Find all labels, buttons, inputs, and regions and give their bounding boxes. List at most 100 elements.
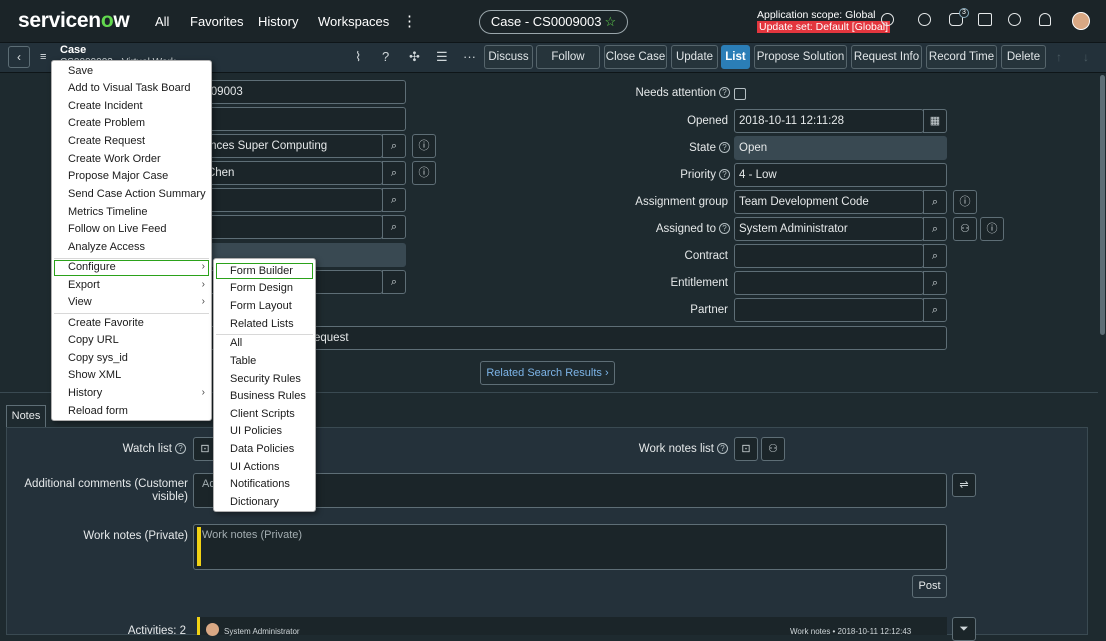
activity-icon[interactable]: ✣ [409,49,420,65]
menu-metrics-timeline[interactable]: Metrics Timeline [68,206,147,218]
servicenow-logo[interactable]: servicenow [18,9,130,33]
settings-sliders-icon[interactable]: ☰ [436,49,448,65]
globe-icon[interactable] [918,13,931,26]
menu-show-xml[interactable]: Show XML [68,369,121,381]
work-notes-input[interactable]: Work notes (Private) [193,524,947,570]
favorite-star-icon[interactable]: ☆ [604,14,616,29]
channel-select[interactable]: eb [193,107,406,131]
menu-add-to-vtb[interactable]: Add to Visual Task Board [68,82,191,94]
more-options-icon[interactable]: ··· [463,49,476,64]
propose-solution-button[interactable]: Propose Solution [754,45,847,69]
submenu-notifications[interactable]: Notifications [230,478,290,490]
number-field[interactable]: 0009003 [193,80,406,104]
menu-save[interactable]: Save [68,65,93,77]
submenu-ui-actions[interactable]: UI Actions [230,461,280,473]
menu-view[interactable]: View [68,296,92,308]
needs-attention-checkbox[interactable] [734,88,746,100]
more-menu-icon[interactable]: ⋮ [402,12,417,30]
search-icon[interactable] [881,13,894,26]
menu-create-incident[interactable]: Create Incident [68,100,143,112]
close-case-button[interactable]: Close Case [604,45,667,69]
assignment-group-field[interactable]: Team Development Code Reviewers [734,190,924,230]
info-icon[interactable]: ⓘ [412,161,436,185]
info-icon[interactable]: ⓘ [980,217,1004,241]
next-record-icon[interactable]: ↓ [1083,50,1089,64]
context-menu-icon[interactable]: ≡ [40,51,46,63]
user-avatar[interactable] [1072,12,1090,30]
search-icon[interactable]: ⌕ [382,188,406,212]
info-icon[interactable]: ⓘ [953,190,977,214]
previous-record-icon[interactable]: ↑ [1056,50,1062,64]
search-icon[interactable]: ⌕ [923,217,947,241]
menu-configure[interactable]: Configure [68,261,116,273]
opened-field[interactable]: 2018-10-11 12:11:28 [734,109,924,133]
menu-copy-url[interactable]: Copy URL [68,334,119,346]
consumer-field[interactable] [193,188,383,212]
nav-all[interactable]: All [155,14,169,29]
search-icon[interactable]: ⌕ [382,134,406,158]
add-users-icon[interactable]: ⚇ [761,437,785,461]
update-button[interactable]: Update [671,45,718,69]
menu-export[interactable]: Export [68,279,100,291]
delete-button[interactable]: Delete [1001,45,1046,69]
submenu-table[interactable]: Table [230,355,256,367]
attachment-icon[interactable]: ⌇ [355,49,361,65]
menu-follow-live-feed[interactable]: Follow on Live Feed [68,223,166,235]
assigned-to-field[interactable]: System Administrator [734,217,924,241]
discuss-button[interactable]: Discuss [484,45,533,69]
search-icon[interactable]: ⌕ [382,270,406,294]
submenu-security-rules[interactable]: Security Rules [230,373,301,385]
submenu-all[interactable]: All [230,337,242,349]
submenu-data-policies[interactable]: Data Policies [230,443,294,455]
search-icon[interactable]: ⌕ [923,271,947,295]
search-icon[interactable]: ⌕ [923,244,947,268]
priority-select[interactable]: 4 - Low [734,163,947,187]
submenu-form-builder[interactable]: Form Builder [230,265,293,277]
submenu-form-layout[interactable]: Form Layout [230,300,292,312]
related-search-results-button[interactable]: Related Search Results › [480,361,615,385]
submenu-dictionary[interactable]: Dictionary [230,496,279,508]
filter-icon[interactable]: ⏷ [952,617,976,641]
contact-field[interactable]: y Chen [193,161,383,185]
scope-indicator[interactable]: Application scope: Global Update set: De… [757,9,890,33]
post-button[interactable]: Post [912,575,947,598]
submenu-business-rules[interactable]: Business Rules [230,390,306,402]
request-info-button[interactable]: Request Info [851,45,922,69]
bell-icon[interactable] [1039,13,1051,26]
scrollbar-thumb[interactable] [1100,75,1105,335]
nav-history[interactable]: History [258,14,298,29]
menu-history[interactable]: History [68,387,102,399]
toggle-fields-icon[interactable]: ⇌ [952,473,976,497]
product-field[interactable] [193,215,383,239]
menu-send-case-action-summary[interactable]: Send Case Action Summary [68,188,206,200]
follow-button[interactable]: Follow [536,45,600,69]
submenu-form-design[interactable]: Form Design [230,282,293,294]
search-icon[interactable]: ⌕ [923,190,947,214]
account-field[interactable]: vances Super Computing [193,134,383,158]
calendar-icon[interactable]: ▦ [923,109,947,133]
menu-create-work-order[interactable]: Create Work Order [68,153,161,165]
inbox-icon[interactable] [978,13,992,26]
menu-reload-form[interactable]: Reload form [68,405,128,417]
assign-group-icon[interactable]: ⚇ [953,217,977,241]
menu-copy-sys-id[interactable]: Copy sys_id [68,352,128,364]
lock-icon[interactable]: ⊡ [734,437,758,461]
contract-field[interactable] [734,244,924,268]
search-icon[interactable]: ⌕ [382,215,406,239]
back-button[interactable]: ‹ [8,46,30,68]
menu-create-request[interactable]: Create Request [68,135,145,147]
search-icon[interactable]: ⌕ [923,298,947,322]
menu-create-problem[interactable]: Create Problem [68,117,145,129]
case-title-pill[interactable]: Case - CS0009003 ☆ [479,10,628,34]
help-circle-icon[interactable]: ? [382,49,389,64]
menu-analyze-access[interactable]: Analyze Access [68,241,145,253]
info-icon[interactable]: ⓘ [412,134,436,158]
partner-field[interactable] [734,298,924,322]
nav-favorites[interactable]: Favorites [190,14,243,29]
search-icon[interactable]: ⌕ [382,161,406,185]
menu-propose-major-case[interactable]: Propose Major Case [68,170,168,182]
entitlement-field[interactable] [734,271,924,295]
record-time-button[interactable]: Record Time [926,45,997,69]
help-icon[interactable] [1008,13,1021,26]
nav-workspaces[interactable]: Workspaces [318,14,389,29]
